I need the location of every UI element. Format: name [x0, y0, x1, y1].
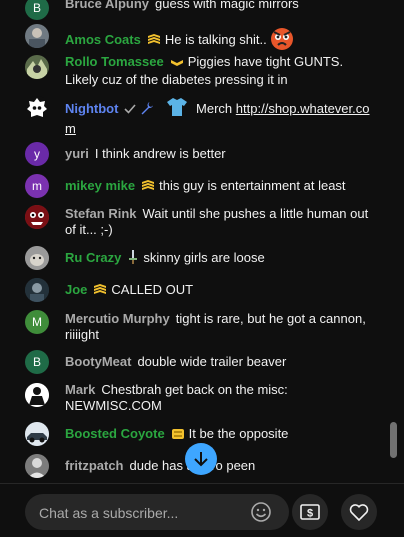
message-author[interactable]: Joe [65, 282, 87, 297]
message-author[interactable]: fritzpatch [65, 458, 124, 473]
arrow-down-icon [194, 452, 208, 467]
like-button[interactable] [341, 494, 377, 530]
member-badge-icon [170, 56, 184, 72]
chat-message: Ru Crazy skinny girls are loose [25, 246, 370, 270]
member-badge-icon [141, 180, 155, 196]
avatar[interactable] [25, 383, 49, 407]
chat-input-container [25, 494, 289, 532]
message-author[interactable]: Mark [65, 382, 95, 397]
avatar[interactable] [25, 24, 49, 48]
verified-check-icon [124, 103, 137, 119]
message-author[interactable]: Nightbot [65, 101, 118, 116]
message-text: Merch [196, 101, 233, 116]
message-text: Chestbrah get back on the misc: NEWMISC.… [65, 382, 288, 413]
message-text: It be the opposite [188, 426, 289, 441]
super-chat-button[interactable]: $ [292, 494, 328, 530]
message-author[interactable]: Mercutio Murphy [65, 311, 170, 326]
chat-message: Amos Coats He is talking shit.. [25, 24, 370, 55]
chat-message: M Mercutio Murphy tight is rare, but he g… [25, 310, 370, 343]
avatar[interactable]: B [25, 0, 49, 20]
message-author[interactable]: Ru Crazy [65, 250, 121, 265]
member-badge-icon [147, 34, 161, 50]
message-author[interactable]: yuri [65, 146, 89, 161]
avatar[interactable] [25, 246, 49, 270]
chat-message: Nightbot Merch http://shop.whatever.com [25, 95, 370, 137]
chat-messages-panel: B Bruce Alpuny guess with magic mirrors A… [0, 0, 404, 483]
message-author[interactable]: Bruce Alpuny [65, 0, 149, 11]
angry-face-emoji [270, 27, 294, 55]
avatar[interactable]: m [25, 174, 49, 198]
avatar[interactable] [25, 96, 49, 120]
input-divider [0, 483, 404, 484]
chat-message: m mikey mike this guy is entertainment at… [25, 174, 370, 198]
chat-input[interactable] [37, 494, 241, 532]
message-author[interactable]: BootyMeat [65, 354, 131, 369]
message-text: this guy is entertainment at least [159, 178, 346, 193]
message-text: He is talking shit.. [164, 32, 267, 47]
chat-message: Mark Chestbrah get back on the misc: NEWM… [25, 381, 370, 414]
message-text: I think andrew is better [94, 146, 226, 161]
scroll-to-bottom-button[interactable] [185, 443, 217, 475]
chat-message: Boosted Coyote It be the opposite [25, 422, 370, 446]
message-text: guess with magic mirrors [155, 0, 299, 11]
member-badge-icon [93, 284, 107, 300]
avatar[interactable]: M [25, 310, 49, 334]
avatar[interactable] [25, 205, 49, 229]
chat-message: Rollo Tomassee Piggies have tight GUNTS. … [25, 53, 370, 88]
shirt-emoji [166, 97, 188, 121]
message-text: CALLED OUT [111, 282, 194, 297]
message-author[interactable]: Amos Coats [65, 32, 141, 47]
message-author[interactable]: Rollo Tomassee [65, 54, 164, 69]
dollar-icon: $ [300, 504, 320, 520]
message-text: double wide trailer beaver [137, 354, 287, 369]
message-author[interactable]: Stefan Rink [65, 206, 137, 221]
avatar[interactable] [25, 55, 49, 79]
chat-message: B BootyMeat double wide trailer beaver [25, 350, 370, 374]
avatar[interactable]: y [25, 142, 49, 166]
emoji-button[interactable] [249, 500, 273, 524]
chat-message: B Bruce Alpuny guess with magic mirrors [25, 0, 370, 20]
chat-message: Joe CALLED OUT [25, 278, 370, 302]
member-sword-badge-icon [127, 250, 139, 268]
avatar[interactable] [25, 454, 49, 478]
smiley-icon [251, 502, 271, 522]
chat-scrollbar[interactable] [390, 422, 397, 458]
message-author[interactable]: mikey mike [65, 178, 135, 193]
heart-icon [349, 504, 369, 522]
avatar[interactable] [25, 278, 49, 302]
moderator-wrench-icon [140, 101, 154, 119]
chat-message: y yuri I think andrew is better [25, 142, 370, 166]
message-author[interactable]: Boosted Coyote [65, 426, 165, 441]
avatar[interactable] [25, 422, 49, 446]
message-text: skinny girls are loose [143, 250, 265, 265]
svg-text:$: $ [307, 508, 313, 520]
chat-message: Stefan Rink Wait until she pushes a littl… [25, 205, 370, 238]
avatar[interactable]: B [25, 350, 49, 374]
member-badge-icon [171, 428, 185, 444]
